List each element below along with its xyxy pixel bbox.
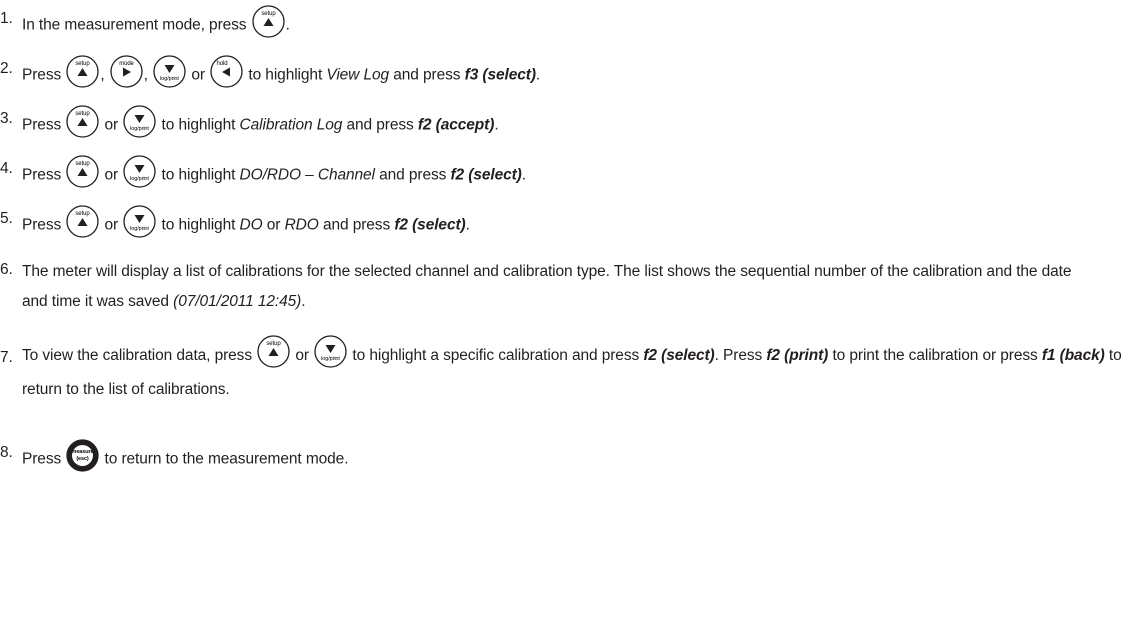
step-number: 6. — [0, 261, 13, 278]
setup-up-key-icon: setup — [252, 5, 285, 38]
svg-text:measure: measure — [72, 449, 94, 455]
setup-up-key-icon: setup — [66, 205, 99, 238]
svg-text:log/print: log/print — [130, 126, 149, 132]
svg-text:log/print: log/print — [160, 76, 179, 82]
setup-up-key-icon: setup — [66, 55, 99, 88]
step-number: 1. — [0, 10, 13, 27]
log-print-down-key-icon: log/print — [314, 335, 347, 369]
step-text: Press measure (esc) to return to the meas… — [22, 439, 349, 476]
instruction-page: { "steps": [ {"num": "1.", "t1": "In the… — [0, 0, 1141, 639]
step-number: 8. — [0, 444, 13, 461]
setup-up-key-icon: setup — [66, 105, 99, 138]
step-number: 3. — [0, 110, 13, 127]
step-text: Press setup or log/print to highlight DO… — [22, 155, 526, 192]
svg-text:setup: setup — [267, 341, 282, 347]
step-number: 5. — [0, 210, 13, 227]
log-print-down-key-icon: log/print — [153, 55, 186, 88]
svg-text:log/print: log/print — [130, 226, 149, 232]
step-text: To view the calibration data, press setu… — [22, 335, 1122, 407]
svg-text:log/print: log/print — [130, 176, 149, 182]
setup-up-key-icon: setup — [257, 335, 290, 369]
step-text: Press setup or log/print to highlight Ca… — [22, 105, 499, 142]
svg-text:hold: hold — [217, 61, 228, 67]
measure-esc-key-icon: measure (esc) — [66, 439, 99, 472]
step-text: Press setup, mode, log/print or hold to … — [22, 55, 540, 92]
step-text: The meter will display a list of calibra… — [22, 263, 1072, 310]
step-text: In the measurement mode, press setup. — [22, 5, 290, 42]
log-print-down-key-icon: log/print — [123, 155, 156, 188]
step-number: 2. — [0, 60, 13, 77]
step-number: 4. — [0, 160, 13, 177]
step-number: 7. — [0, 349, 13, 366]
svg-text:(esc): (esc) — [77, 456, 90, 462]
hold-left-key-icon: hold — [210, 55, 243, 88]
svg-text:setup: setup — [76, 161, 91, 167]
svg-text:log/print: log/print — [321, 356, 340, 362]
log-print-down-key-icon: log/print — [123, 205, 156, 238]
log-print-down-key-icon: log/print — [123, 105, 156, 138]
step-text: Press setup or log/print to highlight DO… — [22, 205, 470, 242]
setup-up-key-icon: setup — [66, 155, 99, 188]
mode-right-key-icon: mode — [110, 55, 143, 88]
svg-text:setup: setup — [76, 61, 91, 67]
svg-text:setup: setup — [76, 211, 91, 217]
svg-text:setup: setup — [76, 111, 91, 117]
svg-text:setup: setup — [261, 11, 276, 17]
svg-text:mode: mode — [119, 61, 134, 67]
